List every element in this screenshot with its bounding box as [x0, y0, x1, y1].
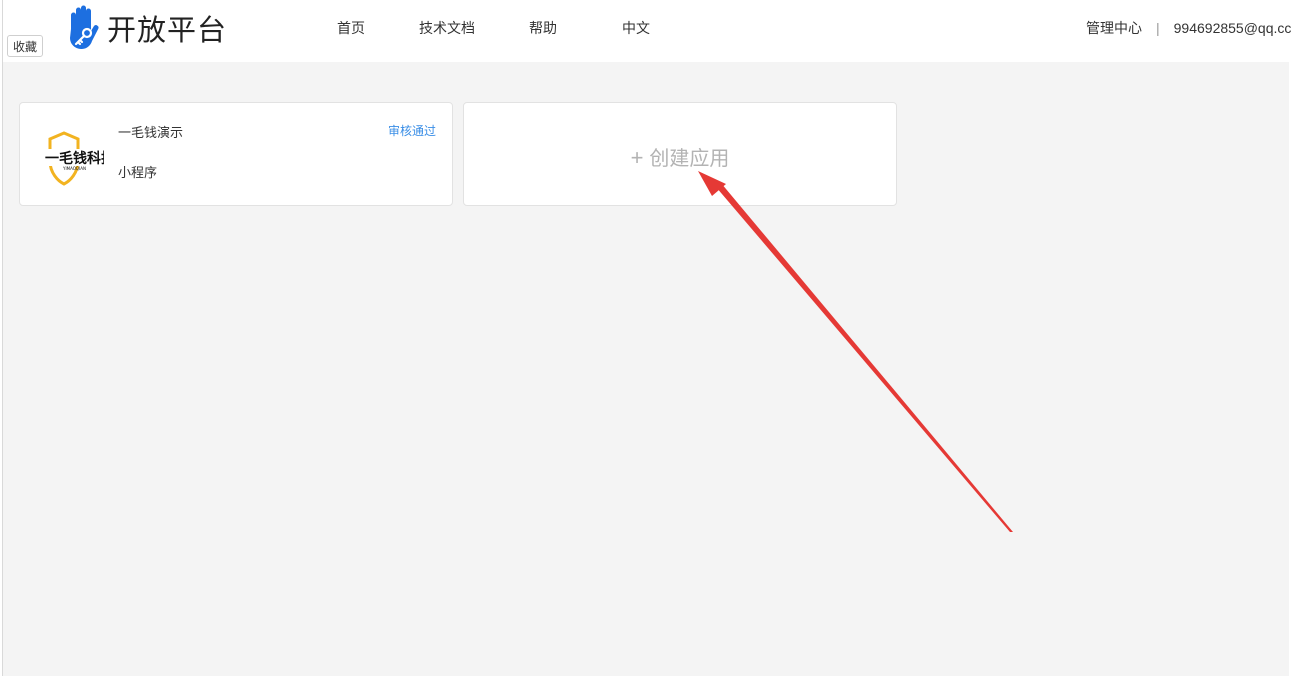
create-app-label: 创建应用: [649, 148, 730, 170]
app-logo-text: 一毛钱科技: [45, 150, 104, 167]
nav-language[interactable]: 中文: [622, 18, 650, 38]
app-card[interactable]: 一毛钱科技 YIMAOQIAN 一毛钱演示 小程序 审核通过: [19, 102, 453, 206]
logo-text: 开放平台: [107, 13, 228, 47]
app-type: 小程序: [118, 165, 158, 180]
nav-separator: |: [1156, 20, 1160, 36]
admin-center-link[interactable]: 管理中心: [1086, 18, 1142, 38]
app-name: 一毛钱演示: [118, 125, 184, 140]
create-app-card[interactable]: + 创建应用: [463, 102, 897, 206]
nav-help[interactable]: 帮助: [529, 18, 557, 38]
favorite-button[interactable]: 收藏: [7, 35, 43, 57]
app-status-badge: 审核通过: [387, 124, 436, 138]
app-logo-subtext: YIMAOQIAN: [62, 166, 86, 171]
top-header: 收藏 开放平台 首页 技术文档 帮助 中文 管理中心 | 994692855@q…: [3, 0, 1291, 62]
user-email[interactable]: 994692855@qq.cc: [1174, 20, 1291, 36]
nav-home[interactable]: 首页: [337, 18, 365, 38]
nav-tech-docs[interactable]: 技术文档: [419, 18, 475, 38]
create-app-button[interactable]: + 创建应用: [464, 142, 896, 171]
hand-key-icon: [70, 5, 99, 49]
app-logo-icon: 一毛钱科技 YIMAOQIAN: [45, 131, 104, 186]
page: 收藏 开放平台 首页 技术文档 帮助 中文 管理中心 | 994692855@q…: [0, 0, 1291, 676]
app-list-area: 一毛钱科技 YIMAOQIAN 一毛钱演示 小程序 审核通过 +创建应用: [3, 62, 1289, 676]
user-nav: 管理中心 | 994692855@qq.cc: [1086, 18, 1291, 38]
site-logo[interactable]: 开放平台: [63, 5, 227, 51]
plus-icon: +: [630, 145, 644, 170]
